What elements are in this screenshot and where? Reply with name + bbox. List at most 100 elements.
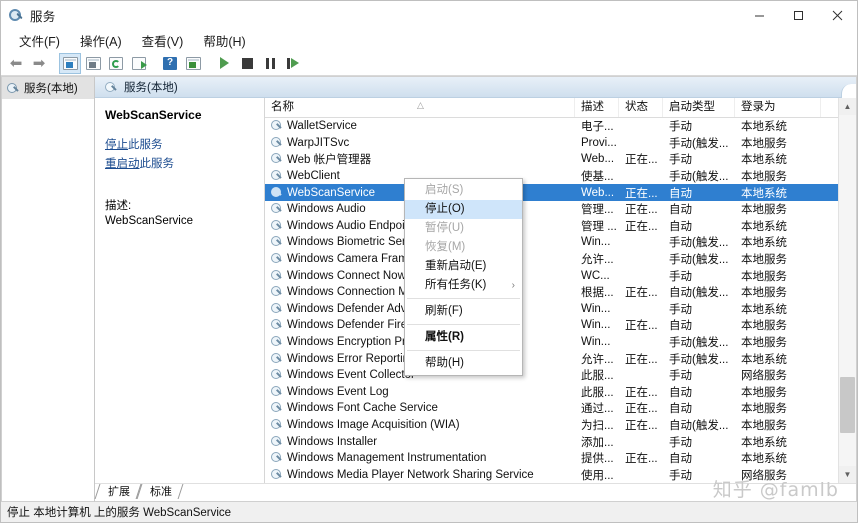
table-row[interactable]: Windows Audio Endpoint Bu 管理 ... 正在... 自动 本地…	[265, 218, 838, 235]
ctx-all-tasks[interactable]: 所有任务(K) ›	[405, 276, 522, 295]
cell-state: 正在...	[625, 453, 658, 466]
show-hide-action-pane-button[interactable]	[182, 53, 204, 74]
scroll-up-arrow[interactable]: ▲	[839, 98, 856, 115]
tab-standard[interactable]: 标准	[136, 484, 184, 501]
table-row[interactable]: Windows Connect Now - C WC... 手动 本地服务	[265, 267, 838, 284]
table-row[interactable]: Windows Font Cache Service 通过... 正在... 自动 本地…	[265, 400, 838, 417]
services-icon	[7, 82, 20, 95]
cell-startup-type: 自动	[669, 453, 692, 466]
table-row[interactable]: Windows Event Collector 此服... 手动 网络服务	[265, 367, 838, 384]
table-row[interactable]: Windows Image Acquisition (WIA) 为扫... 正在..…	[265, 417, 838, 434]
table-row[interactable]: Windows Defender Firewall Win... 正在... 自动 本地…	[265, 317, 838, 334]
cell-name: Windows Management Instrumentation	[265, 452, 575, 464]
cell-description: WC...	[581, 269, 610, 282]
cell-logon-as: 本地服务	[741, 287, 787, 300]
restart-service-button[interactable]	[282, 53, 304, 74]
table-row[interactable]: Windows Biometric Service Win... 手动(触发... 本…	[265, 234, 838, 251]
scrollbar-track[interactable]	[839, 115, 856, 466]
services-rows: WalletService 电子... 手动 本地系统 WarpJITSvc Provi.…	[265, 118, 838, 483]
menu-bar: 文件(F) 操作(A) 查看(V) 帮助(H)	[1, 29, 857, 51]
close-button[interactable]	[818, 1, 857, 29]
cell-description: 允许...	[581, 254, 614, 267]
column-header-logon-as[interactable]: 登录为	[735, 98, 821, 117]
stop-link-rest: 此服务	[128, 139, 163, 151]
column-header-startup-type[interactable]: 启动类型	[663, 98, 735, 117]
stop-service-button[interactable]	[236, 53, 258, 74]
restart-this-service-link[interactable]: 重启动此服务	[105, 155, 256, 171]
restart-icon	[286, 57, 300, 69]
cell-description: 电子...	[581, 121, 614, 134]
action-pane-icon	[185, 56, 201, 70]
column-header-description[interactable]: 描述	[575, 98, 619, 117]
properties-button[interactable]	[82, 53, 104, 74]
table-row[interactable]: Windows Connection Mana 根据... 正在... 自动(触发..…	[265, 284, 838, 301]
sort-ascending-icon: △	[417, 100, 424, 110]
list-header: 名称 描述 状态 启动类型 登录为 △	[265, 98, 838, 118]
service-icon	[271, 153, 283, 165]
cell-logon-as: 本地服务	[741, 337, 787, 350]
table-row[interactable]: Windows Installer 添加... 手动 本地系统	[265, 433, 838, 450]
cell-startup-type: 自动	[669, 320, 692, 333]
cell-startup-type: 自动	[669, 220, 692, 233]
cell-description: 提供...	[581, 453, 614, 466]
ctx-help[interactable]: 帮助(H)	[405, 354, 522, 373]
cell-description: 通过...	[581, 403, 614, 416]
toolbar-separator-3	[205, 53, 212, 74]
column-header-state[interactable]: 状态	[619, 98, 663, 117]
ctx-properties[interactable]: 属性(R)	[405, 328, 522, 347]
service-icon	[271, 418, 283, 431]
console-tree-pane: 服务(本地)	[1, 76, 95, 502]
table-row[interactable]: WebClient 使基... 手动(触发... 本地服务	[265, 168, 838, 185]
table-row[interactable]: Windows Error Reporting Se 允许... 正在... 手动(触…	[265, 350, 838, 367]
cell-logon-as: 本地系统	[741, 453, 787, 466]
tab-extended[interactable]: 扩展	[94, 484, 142, 501]
cell-logon-as: 本地服务	[741, 171, 787, 184]
help-button[interactable]: ?	[159, 53, 181, 74]
detail-description-text: WebScanService	[105, 215, 193, 227]
ctx-refresh[interactable]: 刷新(F)	[405, 302, 522, 321]
title-bar-left: 服务	[1, 6, 56, 25]
vertical-scrollbar[interactable]: ▲ ▼	[838, 98, 856, 483]
refresh-button[interactable]	[105, 53, 127, 74]
menu-file[interactable]: 文件(F)	[9, 29, 70, 52]
table-row[interactable]: WarpJITSvc Provi... 手动(触发... 本地服务	[265, 135, 838, 152]
table-row[interactable]: Windows Management Instrumentation 提供... 正…	[265, 450, 838, 467]
minimize-button[interactable]	[740, 1, 779, 29]
stop-this-service-link[interactable]: 停止此服务	[105, 136, 256, 152]
scrollbar-thumb[interactable]	[840, 377, 855, 433]
tree-item-services-local[interactable]: 服务(本地)	[2, 77, 94, 99]
pause-service-button[interactable]	[259, 53, 281, 74]
service-icon	[271, 236, 283, 248]
menu-action[interactable]: 操作(A)	[70, 29, 132, 52]
pane-header-title: 服务(本地)	[124, 82, 178, 94]
cell-state: 正在...	[625, 187, 658, 200]
export-icon	[132, 56, 147, 70]
table-row[interactable]: Windows Encryption Provid Win... 手动(触发... 本…	[265, 334, 838, 351]
scroll-down-arrow[interactable]: ▼	[839, 466, 856, 483]
maximize-button[interactable]	[779, 1, 818, 29]
back-button[interactable]: ⬅	[5, 53, 27, 74]
cell-startup-type: 自动	[669, 204, 692, 217]
service-name-text: Windows Management Instrumentation	[287, 452, 487, 465]
ctx-stop[interactable]: 停止(O)	[405, 200, 522, 219]
cell-logon-as: 本地服务	[741, 403, 787, 416]
play-icon	[219, 57, 229, 69]
show-hide-console-tree-button[interactable]	[59, 52, 81, 74]
service-icon	[271, 319, 283, 331]
export-list-button[interactable]	[128, 53, 150, 74]
start-service-button[interactable]	[213, 53, 235, 74]
table-row[interactable]: Windows Event Log 此服... 正在... 自动 本地服务	[265, 384, 838, 401]
table-row[interactable]: WebScanService Web... 正在... 自动 本地系统	[265, 184, 838, 201]
context-menu-separator	[407, 298, 520, 299]
table-row[interactable]: Windows Audio 管理... 正在... 自动 本地服务	[265, 201, 838, 218]
table-row[interactable]: Windows Defender Advanc Win... 手动 本地系统	[265, 301, 838, 318]
ctx-restart[interactable]: 重新启动(E)	[405, 257, 522, 276]
menu-help[interactable]: 帮助(H)	[193, 29, 255, 52]
table-row[interactable]: Windows Media Player Network Sharing Ser…	[265, 466, 838, 483]
forward-button[interactable]: ➡	[28, 53, 50, 74]
table-row[interactable]: WalletService 电子... 手动 本地系统	[265, 118, 838, 135]
table-row[interactable]: Windows Camera Frame Se 允许... 手动(触发... 本地服务	[265, 251, 838, 268]
menu-view[interactable]: 查看(V)	[132, 29, 194, 52]
table-row[interactable]: Web 帐户管理器 Web... 正在... 手动 本地系统	[265, 151, 838, 168]
properties-icon	[85, 56, 101, 70]
